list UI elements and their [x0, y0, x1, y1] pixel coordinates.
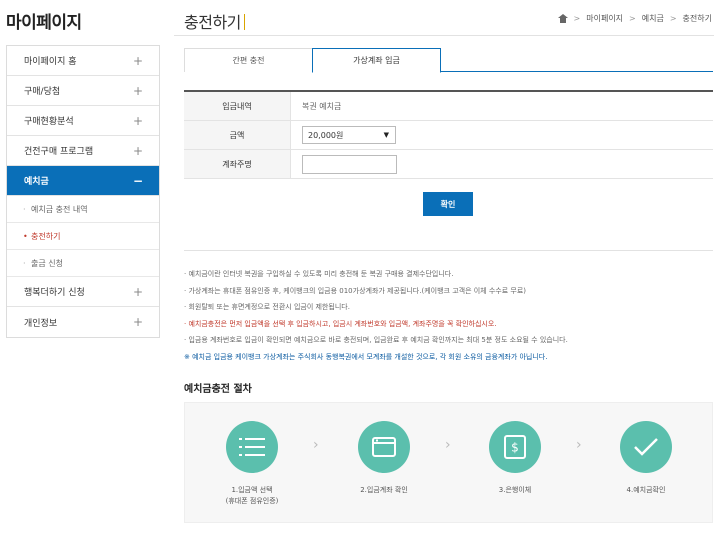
sidebar-subitem-withdraw[interactable]: · 출금 신청 [7, 250, 159, 277]
sidebar-item-happiness-plus[interactable]: 행복더하기 신청 + [7, 277, 159, 307]
charge-form-table: 입금내역 복권 예치금 금액 20,000원 ▼ 계좌주명 [184, 90, 713, 179]
sidebar-item-personal-info[interactable]: 개인정보 + [7, 307, 159, 337]
sidebar-item-purchase-analysis[interactable]: 구매현황분석 + [7, 106, 159, 136]
chevron-right-icon: › [445, 437, 451, 453]
step-caption: 1.입금액 선택 (휴대폰 점유인증) [207, 485, 297, 507]
form-row-amount: 금액 20,000원 ▼ [184, 121, 713, 150]
sidebar-subitem-label: 출금 신청 [31, 258, 63, 268]
sidebar-item-healthy-program[interactable]: 건전구매 프로그램 + [7, 136, 159, 166]
sidebar-subitem-label: 예치금 충전 내역 [31, 204, 88, 214]
account-holder-input[interactable] [302, 154, 397, 174]
bank-transfer-icon: $ [489, 421, 541, 473]
sidebar-item-label: 행복더하기 신청 [24, 288, 85, 298]
sidebar-subitem-label: 충전하기 [31, 231, 61, 241]
header-divider [174, 35, 714, 36]
tab-simple-charge[interactable]: 간편 충전 [184, 48, 313, 72]
form-row-deposit-type: 입금내역 복권 예치금 [184, 92, 713, 121]
breadcrumb-separator: > [573, 14, 581, 23]
breadcrumb-item[interactable]: 예치금 [642, 13, 664, 24]
plus-icon: + [132, 284, 143, 299]
step-caption: 3.은행이체 [470, 485, 560, 496]
sidebar-subitem-deposit-history[interactable]: · 예치금 충전 내역 [7, 196, 159, 223]
sidebar-subitem-charge[interactable]: • 충전하기 [7, 223, 159, 250]
sidebar-nav: 마이페이지 홈 + 구매/당첨 + 구매현황분석 + 건전구매 프로그램 + 예… [6, 45, 160, 338]
plus-icon: + [132, 53, 143, 68]
sidebar-item-deposit[interactable]: 예치금 − [7, 166, 159, 196]
chevron-right-icon: › [313, 437, 319, 453]
form-row-account-holder: 계좌주명 [184, 150, 713, 179]
procedure-box: 1.입금액 선택 (휴대폰 점유인증) › 2.입금계좌 확인 › $ 3.은행… [184, 402, 713, 523]
bullet-icon: · [23, 258, 26, 268]
notice-list: · 예치금이란 인터넷 복권을 구입하실 수 있도록 미리 충전해 둔 복권 구… [184, 266, 713, 365]
minus-icon: − [132, 173, 143, 188]
step-caption: 4.예치금확인 [601, 485, 691, 496]
sidebar-item-label: 마이페이지 홈 [24, 57, 77, 67]
sidebar-item-mypage-home[interactable]: 마이페이지 홈 + [7, 46, 159, 76]
section-divider [184, 250, 713, 251]
form-label: 금액 [184, 121, 291, 149]
page-title: 충전하기 [184, 9, 245, 33]
svg-text:$: $ [511, 441, 519, 455]
amount-select[interactable]: 20,000원 ▼ [302, 126, 396, 144]
sidebar-item-label: 구매현황분석 [24, 117, 74, 127]
sidebar-item-label: 건전구매 프로그램 [24, 147, 94, 157]
form-label: 계좌주명 [184, 150, 291, 178]
page-title-text: 충전하기 [184, 13, 241, 32]
plus-icon: + [132, 315, 143, 329]
plus-icon: + [132, 83, 143, 98]
notice-item: · 입금용 계좌번호로 입금이 확인되면 예치금으로 바로 충전되며, 입금완료… [184, 336, 568, 344]
sidebar-item-label: 구매/당첨 [24, 87, 61, 97]
notice-item: · 회원탈퇴 또는 휴면계정으로 전환시 입금이 제한됩니다. [184, 303, 350, 311]
title-accent-bar [243, 14, 245, 30]
amount-selected-value: 20,000원 [308, 130, 344, 140]
bullet-icon: · [23, 204, 26, 214]
dropdown-arrow-icon: ▼ [383, 131, 389, 139]
sidebar-item-label: 개인정보 [24, 318, 58, 329]
breadcrumb-item[interactable]: 마이페이지 [586, 13, 623, 24]
tab-bar: 간편 충전 가상계좌 입금 [184, 48, 713, 73]
notice-item: · 가상계좌는 휴대폰 점유인증 후, 케이뱅크의 입금용 010가상계좌가 제… [184, 286, 526, 295]
notice-item: · 예치금이란 인터넷 복권을 구입하실 수 있도록 미리 충전해 둔 복권 구… [184, 270, 454, 278]
procedure-step-1: 1.입금액 선택 (휴대폰 점유인증) [207, 421, 297, 507]
breadcrumb-separator: > [629, 14, 636, 23]
sidebar-item-purchase-win[interactable]: 구매/당첨 + [7, 76, 159, 106]
tab-virtual-account[interactable]: 가상계좌 입금 [312, 48, 441, 73]
home-icon[interactable] [557, 14, 568, 23]
step-caption-line: 4.예치금확인 [626, 486, 666, 494]
bullet-icon: • [23, 231, 28, 241]
procedure-step-4: 4.예치금확인 [601, 421, 691, 496]
step-caption: 2.입금계좌 확인 [339, 485, 429, 496]
check-icon [620, 421, 672, 473]
breadcrumb: > 마이페이지 > 예치금 > 충전하기 [557, 13, 712, 24]
procedure-title: 예치금충전 절차 [184, 384, 252, 395]
notice-item-warning: · 예치금충전은 먼저 입금액을 선택 후 입금하시고, 입금시 계좌번호와 입… [184, 319, 497, 328]
step-caption-line: 2.입금계좌 확인 [360, 486, 408, 494]
procedure-step-2: 2.입금계좌 확인 [339, 421, 429, 496]
breadcrumb-separator: > [669, 14, 677, 23]
list-icon [226, 421, 278, 473]
plus-icon: + [132, 143, 143, 158]
sidebar-item-label: 예치금 [24, 177, 49, 187]
procedure-step-3: $ 3.은행이체 [470, 421, 560, 496]
breadcrumb-item-current: 충전하기 [682, 14, 712, 23]
step-caption-sub: (휴대폰 점유인증) [225, 497, 279, 505]
account-icon [358, 421, 410, 473]
chevron-right-icon: › [576, 437, 582, 453]
plus-icon: + [132, 113, 143, 128]
step-caption-line: 3.은행이체 [498, 486, 532, 494]
step-caption-line: 1.입금액 선택 [231, 486, 273, 494]
confirm-button[interactable]: 확인 [423, 192, 473, 216]
form-label: 입금내역 [184, 92, 291, 120]
sidebar-title: 마이페이지 [6, 13, 82, 33]
deposit-type-value: 복권 예치금 [302, 101, 342, 111]
notice-item-info: ※ 예치금 입금용 케이뱅크 가상계좌는 주식회사 동행복권에서 모계좌를 개설… [184, 352, 548, 361]
